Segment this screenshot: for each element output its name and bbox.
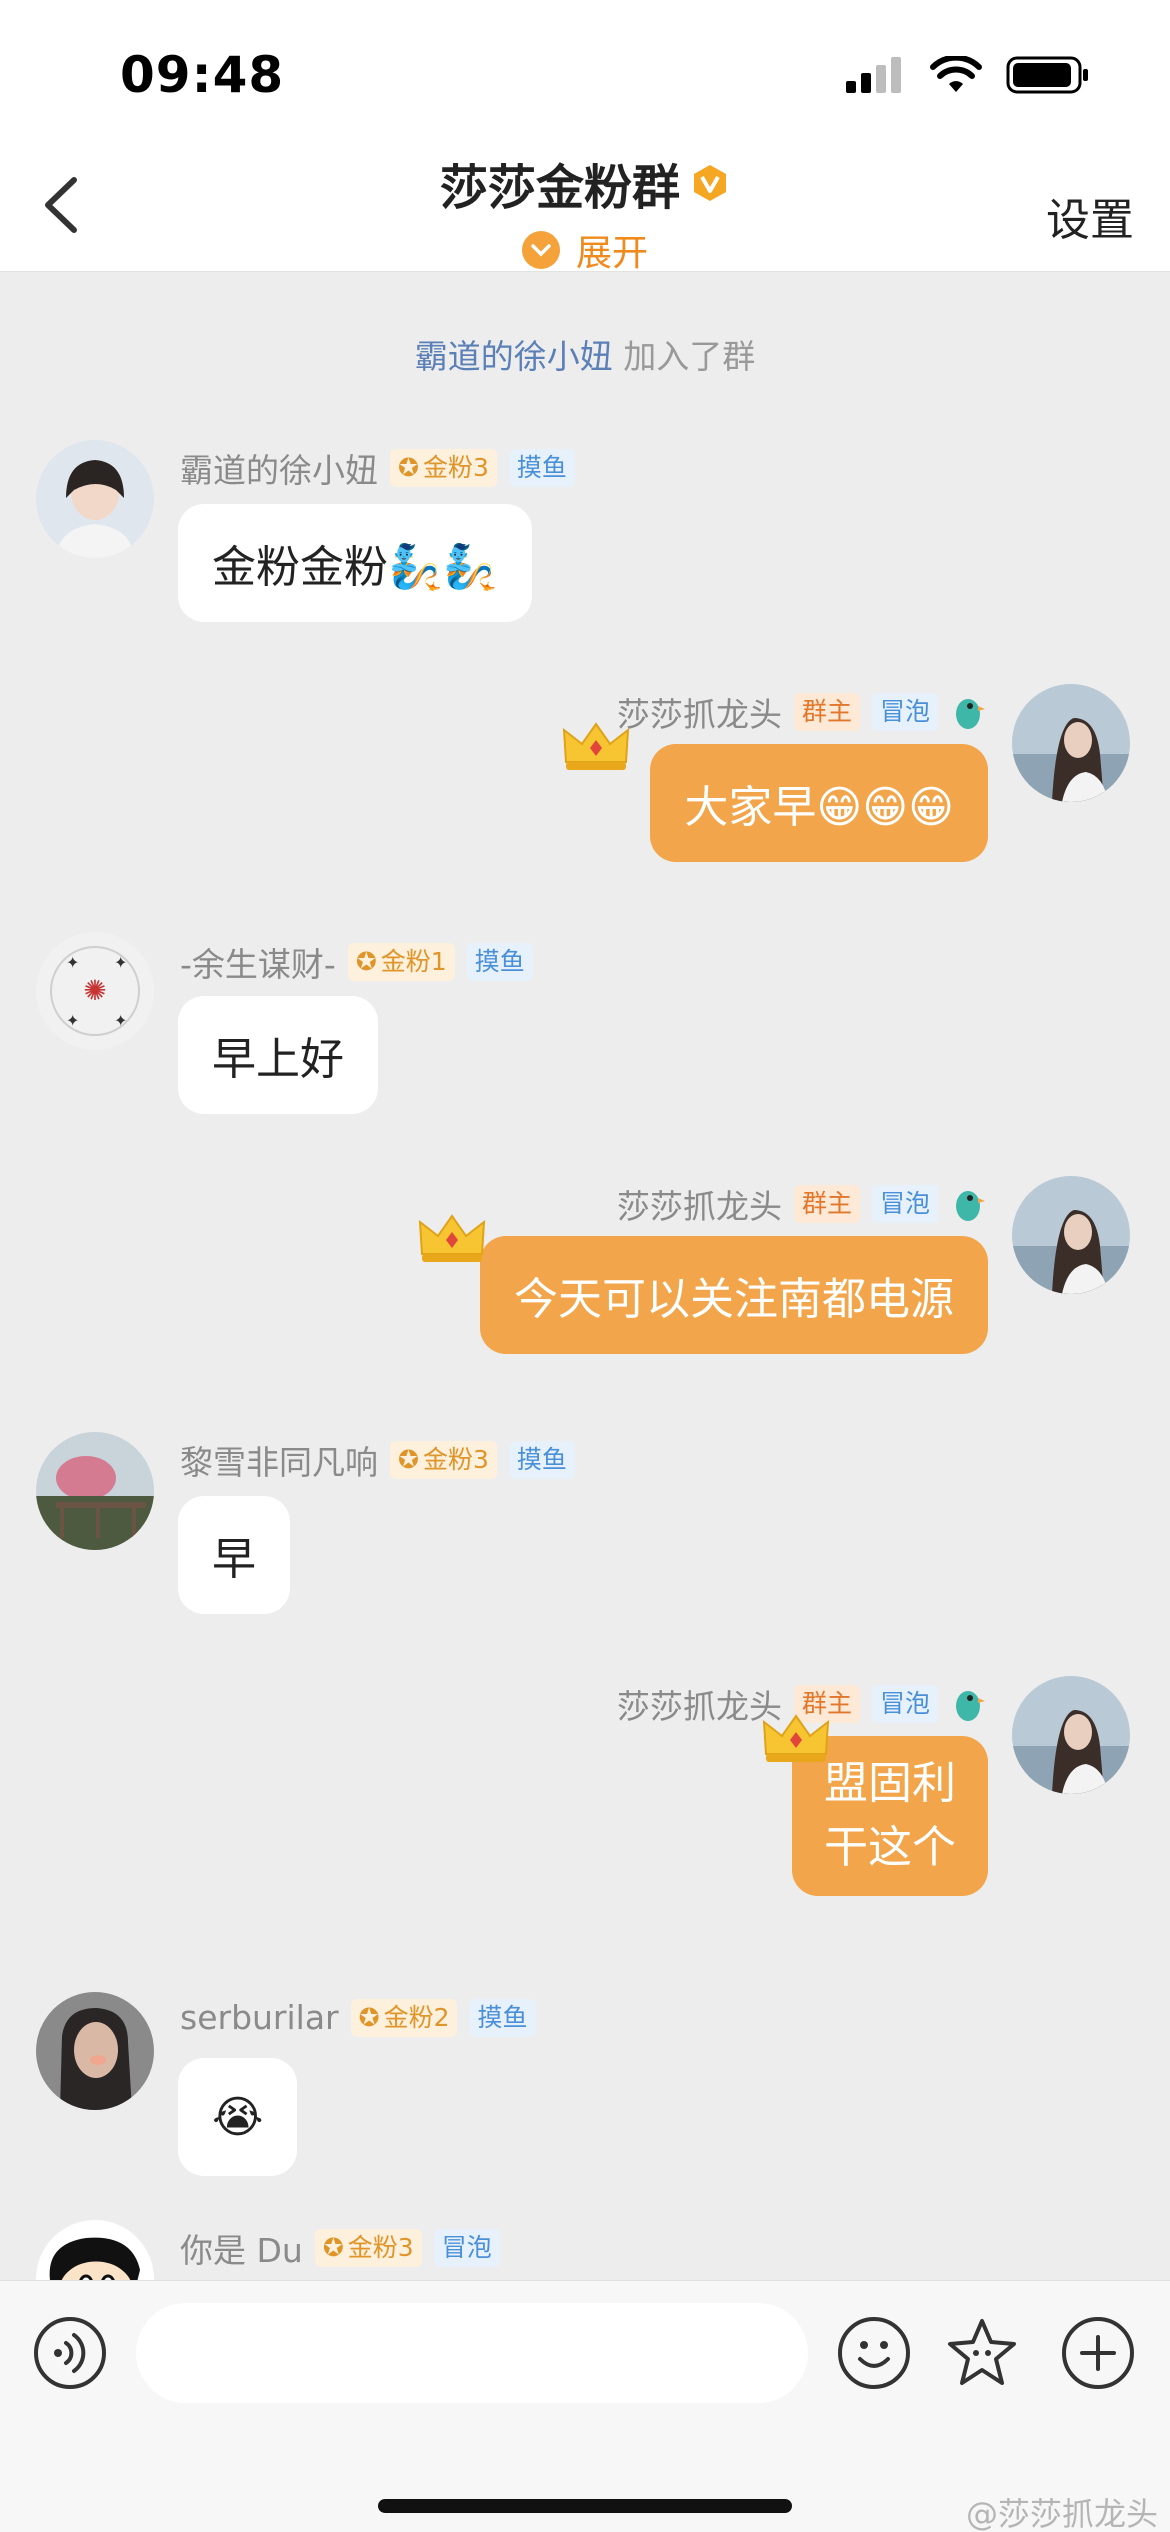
sender-name[interactable]: 莎莎抓龙头: [617, 1180, 782, 1228]
input-bar: @莎莎抓龙头: [0, 2280, 1170, 2532]
status-bar: 09:48: [0, 0, 1170, 140]
sender-name[interactable]: serburilar: [180, 1998, 339, 2037]
avatar-image: [36, 1432, 154, 1550]
battery-icon: [1006, 56, 1088, 94]
owner-tag: 群主: [793, 693, 860, 731]
svg-text:✺: ✺: [83, 974, 106, 1007]
fan-level-label: 金粉3: [422, 453, 489, 482]
sender-name[interactable]: 莎莎抓龙头: [617, 688, 782, 736]
avatar[interactable]: [1012, 684, 1130, 802]
wifi-icon: [930, 56, 982, 92]
sender-name[interactable]: 霸道的徐小妞: [180, 444, 378, 492]
activity-tag: 摸鱼: [466, 943, 533, 981]
avatar[interactable]: [36, 2220, 154, 2280]
avatar[interactable]: [1012, 1676, 1130, 1794]
crown-icon: [562, 722, 630, 770]
avatar-image: [1012, 1176, 1130, 1294]
fan-level-badge: ✪ 金粉2: [350, 1998, 458, 2037]
fan-level-label: 金粉1: [380, 947, 447, 976]
message-bubble[interactable]: 😭: [178, 2058, 298, 2176]
activity-tag: 冒泡: [871, 1185, 938, 1223]
title-area[interactable]: 莎莎金粉群 展开: [0, 148, 1170, 276]
message-meta: 你是 Du ✪ 金粉3 冒泡: [180, 2224, 500, 2272]
fan-level-badge: ✪ 金粉3: [314, 2229, 422, 2267]
owner-tag: 群主: [793, 1185, 860, 1223]
message-meta: -余生谋财- ✪ 金粉1 摸鱼: [180, 938, 533, 986]
sender-name[interactable]: 莎莎抓龙头: [617, 1680, 782, 1728]
svg-text:✦: ✦: [114, 1011, 127, 1030]
message-meta: 黎雪非同凡响 ✪ 金粉3 摸鱼: [180, 1436, 575, 1484]
avatar-image: [36, 440, 154, 558]
chevron-down-icon: [521, 231, 560, 269]
fan-level-label: 金粉3: [347, 2233, 414, 2262]
activity-tag: 摸鱼: [508, 449, 575, 487]
fan-level-label: 金粉3: [422, 1445, 489, 1474]
avatar[interactable]: [36, 1432, 154, 1550]
fan-level-badge: ✪ 金粉1: [347, 943, 455, 981]
group-title: 莎莎金粉群: [440, 148, 730, 218]
crown-icon: [762, 1714, 830, 1762]
message-bubble[interactable]: 早上好: [178, 996, 378, 1114]
activity-tag: 冒泡: [871, 693, 938, 731]
avatar[interactable]: [36, 1992, 154, 2110]
message-text-line: 干这个: [824, 1822, 956, 1873]
plus-icon[interactable]: [1060, 2315, 1136, 2391]
avatar-image: [36, 2220, 154, 2280]
fan-level-badge: ✪ 金粉3: [390, 1441, 497, 1479]
watermark: @莎莎抓龙头: [965, 2495, 1158, 2532]
system-message-action: 加入了群: [623, 337, 756, 376]
avatar-image: [1012, 1676, 1130, 1794]
chat-list[interactable]: 霸道的徐小妞 加入了群 霸道的徐小妞 ✪ 金粉3 摸鱼 金粉金粉🧞🧞 莎莎抓龙头 …: [0, 272, 1170, 2280]
message-bubble[interactable]: 金粉金粉🧞🧞: [178, 504, 532, 622]
avatar[interactable]: [36, 440, 154, 558]
status-time: 09:48: [120, 46, 285, 104]
settings-button[interactable]: 设置: [1046, 184, 1134, 248]
expand-label: 展开: [575, 233, 648, 274]
signal-icon: [846, 57, 901, 93]
message-bubble[interactable]: 大家早😁😁😁: [650, 744, 988, 862]
message-bubble[interactable]: 今天可以关注南都电源: [480, 1236, 988, 1354]
svg-text:✦: ✦: [114, 953, 127, 972]
bird-icon: [956, 699, 985, 729]
status-icons: [846, 56, 1090, 94]
group-name: 莎莎金粉群: [439, 160, 680, 216]
avatar-image: [1012, 684, 1130, 802]
activity-tag: 摸鱼: [469, 1998, 536, 2037]
svg-text:✦: ✦: [66, 953, 79, 972]
message-input[interactable]: [136, 2303, 808, 2403]
svg-text:✦: ✦: [66, 1011, 79, 1030]
sender-name[interactable]: 黎雪非同凡响: [180, 1436, 378, 1484]
crown-icon: [418, 1214, 486, 1262]
bird-icon: [956, 1691, 985, 1721]
nav-bar: 莎莎金粉群 展开 设置: [0, 140, 1170, 274]
home-indicator[interactable]: [378, 2499, 792, 2513]
bird-icon: [956, 1191, 985, 1221]
message-meta: 莎莎抓龙头 群主 冒泡: [617, 688, 986, 736]
message-text-line: 盟固利: [824, 1758, 956, 1809]
fan-level-badge: ✪ 金粉3: [390, 449, 497, 487]
avatar[interactable]: [1012, 1176, 1130, 1294]
message-meta: 霸道的徐小妞 ✪ 金粉3 摸鱼: [180, 444, 575, 492]
system-message-user[interactable]: 霸道的徐小妞: [415, 337, 613, 376]
message-meta: 莎莎抓龙头 群主 冒泡: [617, 1180, 986, 1228]
voice-icon[interactable]: [32, 2315, 108, 2391]
message-meta: serburilar ✪ 金粉2 摸鱼: [180, 1998, 536, 2037]
activity-tag: 冒泡: [871, 1685, 938, 1723]
avatar-image: ✺ ✦ ✦ ✦ ✦: [36, 932, 154, 1050]
message-bubble[interactable]: 早: [178, 1496, 290, 1614]
system-message: 霸道的徐小妞 加入了群: [0, 330, 1170, 378]
activity-tag: 冒泡: [433, 2229, 500, 2267]
vip-badge-icon: [694, 165, 726, 201]
expand-button[interactable]: 展开: [521, 224, 648, 276]
avatar-image: [36, 1992, 154, 2110]
fan-level-label: 金粉2: [383, 2002, 450, 2032]
star-sticker-icon[interactable]: [944, 2315, 1020, 2391]
sender-name[interactable]: -余生谋财-: [180, 938, 336, 986]
avatar[interactable]: ✺ ✦ ✦ ✦ ✦: [36, 932, 154, 1050]
activity-tag: 摸鱼: [508, 1441, 575, 1479]
emoji-icon[interactable]: [836, 2315, 912, 2391]
sender-name[interactable]: 你是 Du: [180, 2224, 303, 2272]
